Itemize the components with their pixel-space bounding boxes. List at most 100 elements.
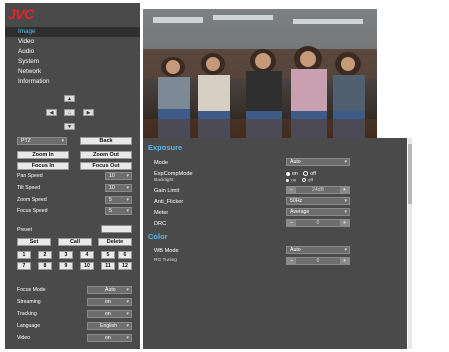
preview-area — [143, 3, 445, 139]
gain-limit-stepper: − 24dB + — [286, 186, 350, 194]
preset-11-button[interactable]: 11 — [101, 262, 115, 270]
preset-3-button[interactable]: 3 — [59, 251, 73, 259]
zoom-speed-select[interactable]: 5 ▾ — [105, 196, 132, 204]
ptz-mode-select[interactable]: PTZ ▾ — [17, 137, 67, 145]
video-select[interactable]: on ▾ — [87, 334, 132, 342]
minus-icon[interactable]: − — [287, 258, 296, 264]
meter-label: Meter — [154, 210, 169, 216]
preset-5-button[interactable]: 5 — [101, 251, 115, 259]
plus-icon[interactable]: + — [340, 187, 349, 193]
right-arrow-icon[interactable]: ▶ — [83, 109, 94, 116]
chevron-down-icon: ▾ — [126, 335, 129, 341]
preset-2-button[interactable]: 2 — [38, 251, 52, 259]
zoom-speed-label: Zoom Speed — [17, 197, 47, 203]
up-arrow-icon[interactable]: ▲ — [64, 95, 75, 102]
jvc-logo: JVC — [8, 6, 34, 22]
home-icon[interactable]: ⌂ — [64, 109, 75, 116]
tilt-speed-value: 10 — [109, 185, 115, 191]
left-arrow-icon[interactable]: ◀ — [46, 109, 57, 116]
wb-mode-label: WB Mode — [154, 248, 179, 254]
chevron-down-icon: ▾ — [126, 197, 129, 203]
nav-item-audio[interactable]: Audio — [5, 47, 140, 57]
camera-preview-image[interactable] — [143, 9, 377, 139]
gain-limit-value: 24dB — [311, 187, 325, 193]
mode-label: Mode — [154, 160, 168, 166]
chevron-down-icon: ▾ — [126, 323, 129, 329]
focus-mode-value: Auto — [105, 287, 116, 293]
ptz-mode-value: PTZ — [21, 138, 31, 144]
tracking-label: Tracking — [17, 311, 37, 317]
expcomp-on-radio[interactable] — [286, 171, 290, 176]
meter-select[interactable]: Average ▾ — [286, 208, 350, 216]
plus-icon[interactable]: + — [340, 258, 349, 264]
preset-6-button[interactable]: 6 — [118, 251, 132, 259]
preset-1-button[interactable]: 1 — [17, 251, 31, 259]
preset-delete-button[interactable]: Delete — [98, 238, 132, 246]
down-arrow-icon[interactable]: ▼ — [64, 123, 75, 130]
zoom-in-button[interactable]: Zoom In — [17, 151, 69, 159]
nav-item-system[interactable]: System — [5, 57, 140, 67]
exposure-mode-select[interactable]: Auto ▾ — [286, 158, 350, 166]
expcomp-off-radio[interactable] — [303, 171, 309, 177]
minus-icon[interactable]: − — [287, 187, 296, 193]
language-select[interactable]: English ▾ — [87, 322, 132, 330]
chevron-down-icon: ▾ — [344, 247, 347, 253]
minus-icon[interactable]: − — [287, 220, 296, 226]
focus-in-button[interactable]: Focus In — [17, 162, 69, 170]
backlight-on-radio[interactable] — [286, 178, 289, 182]
tilt-speed-select[interactable]: 10 ▾ — [105, 184, 132, 192]
zoom-speed-value: 5 — [109, 197, 112, 203]
focus-mode-label: Focus Mode — [17, 287, 46, 293]
chevron-down-icon: ▾ — [126, 311, 129, 317]
nav-item-video[interactable]: Video — [5, 37, 140, 47]
focus-speed-value: 5 — [109, 208, 112, 214]
expcomp-on-label: on — [292, 171, 298, 177]
drc-value: 0 — [316, 220, 320, 226]
focus-speed-select[interactable]: 5 ▾ — [105, 207, 132, 215]
preset-10-button[interactable]: 10 — [80, 262, 94, 270]
backlight-off-radio[interactable] — [301, 178, 306, 182]
focus-mode-select[interactable]: Auto ▾ — [87, 286, 132, 294]
drc-stepper: − 0 + — [286, 219, 350, 227]
preset-12-button[interactable]: 12 — [118, 262, 132, 270]
focus-out-button[interactable]: Focus Out — [80, 162, 132, 170]
preset-9-button[interactable]: 9 — [59, 262, 73, 270]
preset-input[interactable] — [101, 225, 132, 233]
zoom-out-button[interactable]: Zoom Out — [80, 151, 132, 159]
nav-item-network[interactable]: Network — [5, 67, 140, 77]
backlight-label: Backlight — [154, 178, 174, 183]
preset-8-button[interactable]: 8 — [38, 262, 52, 270]
chevron-down-icon: ▾ — [344, 198, 347, 204]
expcomp-off-label: off — [310, 171, 316, 177]
anti-flicker-select[interactable]: 50Hz ▾ — [286, 197, 350, 205]
preset-7-button[interactable]: 7 — [17, 262, 31, 270]
tracking-select[interactable]: on ▾ — [87, 310, 132, 318]
streaming-label: Streaming — [17, 299, 41, 305]
preset-call-button[interactable]: Call — [58, 238, 92, 246]
pan-speed-select[interactable]: 10 ▾ — [105, 172, 132, 180]
nav-item-information[interactable]: Information — [5, 77, 140, 87]
chevron-down-icon: ▾ — [126, 185, 129, 191]
plus-icon[interactable]: + — [340, 220, 349, 226]
tilt-speed-label: Tilt Speed — [17, 185, 41, 191]
gain-limit-label: Gain Limit — [154, 188, 180, 194]
panel-scrollbar[interactable] — [408, 138, 412, 349]
chevron-down-icon: ▾ — [61, 138, 64, 144]
sidebar-nav: Image Video Audio System Network Informa… — [5, 27, 140, 87]
anti-flicker-value: 50Hz — [290, 198, 303, 204]
streaming-select[interactable]: on ▾ — [87, 298, 132, 306]
wb-mode-select[interactable]: Auto ▾ — [286, 246, 350, 254]
exposure-section-title: Exposure — [148, 143, 183, 152]
preset-4-button[interactable]: 4 — [80, 251, 94, 259]
pan-speed-label: Pan Speed — [17, 173, 43, 179]
video-label: Video — [17, 335, 31, 341]
preset-set-button[interactable]: Set — [17, 238, 51, 246]
nav-item-image[interactable]: Image — [5, 27, 140, 37]
scrollbar-thumb[interactable] — [408, 144, 412, 204]
chevron-down-icon: ▾ — [344, 159, 347, 165]
back-button[interactable]: Back — [80, 137, 132, 145]
pan-speed-value: 10 — [109, 173, 115, 179]
preset-label: Preset — [17, 227, 32, 233]
exposure-mode-value: Auto — [290, 159, 301, 165]
classroom-photo — [143, 9, 377, 139]
